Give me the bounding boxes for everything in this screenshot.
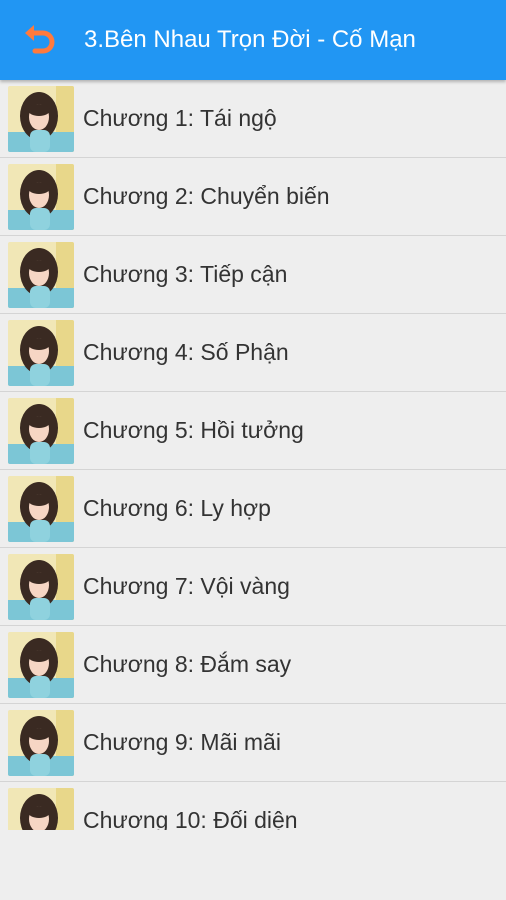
chapter-item[interactable]: Chương 4: Số Phận — [0, 314, 506, 392]
chapter-list: Chương 1: Tái ngộ Chương 2: Chuyển biến Ch… — [0, 80, 506, 830]
chapter-thumbnail — [8, 85, 74, 152]
chapter-thumbnail — [8, 787, 74, 830]
chapter-item[interactable]: Chương 5: Hồi tưởng — [0, 392, 506, 470]
chapter-item[interactable]: Chương 1: Tái ngộ — [0, 80, 506, 158]
back-button[interactable] — [20, 20, 60, 60]
undo-arrow-icon — [25, 25, 55, 54]
chapter-thumbnail — [8, 163, 74, 230]
chapter-item[interactable]: Chương 10: Đối diện — [0, 782, 506, 830]
chapter-label: Chương 10: Đối diện — [83, 807, 298, 830]
chapter-label: Chương 6: Ly hợp — [83, 495, 271, 521]
chapter-label: Chương 9: Mãi mãi — [83, 729, 281, 755]
chapter-item[interactable]: Chương 7: Vội vàng — [0, 548, 506, 626]
page-title: 3.Bên Nhau Trọn Đời - Cố Mạn — [84, 26, 416, 53]
chapter-item[interactable]: Chương 2: Chuyển biến — [0, 158, 506, 236]
chapter-label: Chương 7: Vội vàng — [83, 573, 290, 599]
chapter-label: Chương 1: Tái ngộ — [83, 105, 277, 131]
chapter-thumbnail — [8, 397, 74, 464]
chapter-item[interactable]: Chương 9: Mãi mãi — [0, 704, 506, 782]
chapter-item[interactable]: Chương 6: Ly hợp — [0, 470, 506, 548]
list-footer-space — [0, 830, 506, 900]
chapter-label: Chương 2: Chuyển biến — [83, 183, 330, 209]
chapter-item[interactable]: Chương 3: Tiếp cận — [0, 236, 506, 314]
chapter-thumbnail — [8, 475, 74, 542]
chapter-label: Chương 4: Số Phận — [83, 339, 289, 365]
chapter-label: Chương 8: Đắm say — [83, 651, 292, 677]
chapter-thumbnail — [8, 241, 74, 308]
chapter-label: Chương 3: Tiếp cận — [83, 261, 288, 287]
chapter-thumbnail — [8, 553, 74, 620]
app-bar: 3.Bên Nhau Trọn Đời - Cố Mạn — [0, 0, 506, 80]
chapter-item[interactable]: Chương 8: Đắm say — [0, 626, 506, 704]
chapter-label: Chương 5: Hồi tưởng — [83, 417, 304, 443]
chapter-thumbnail — [8, 631, 74, 698]
chapter-thumbnail — [8, 319, 74, 386]
chapter-thumbnail — [8, 709, 74, 776]
